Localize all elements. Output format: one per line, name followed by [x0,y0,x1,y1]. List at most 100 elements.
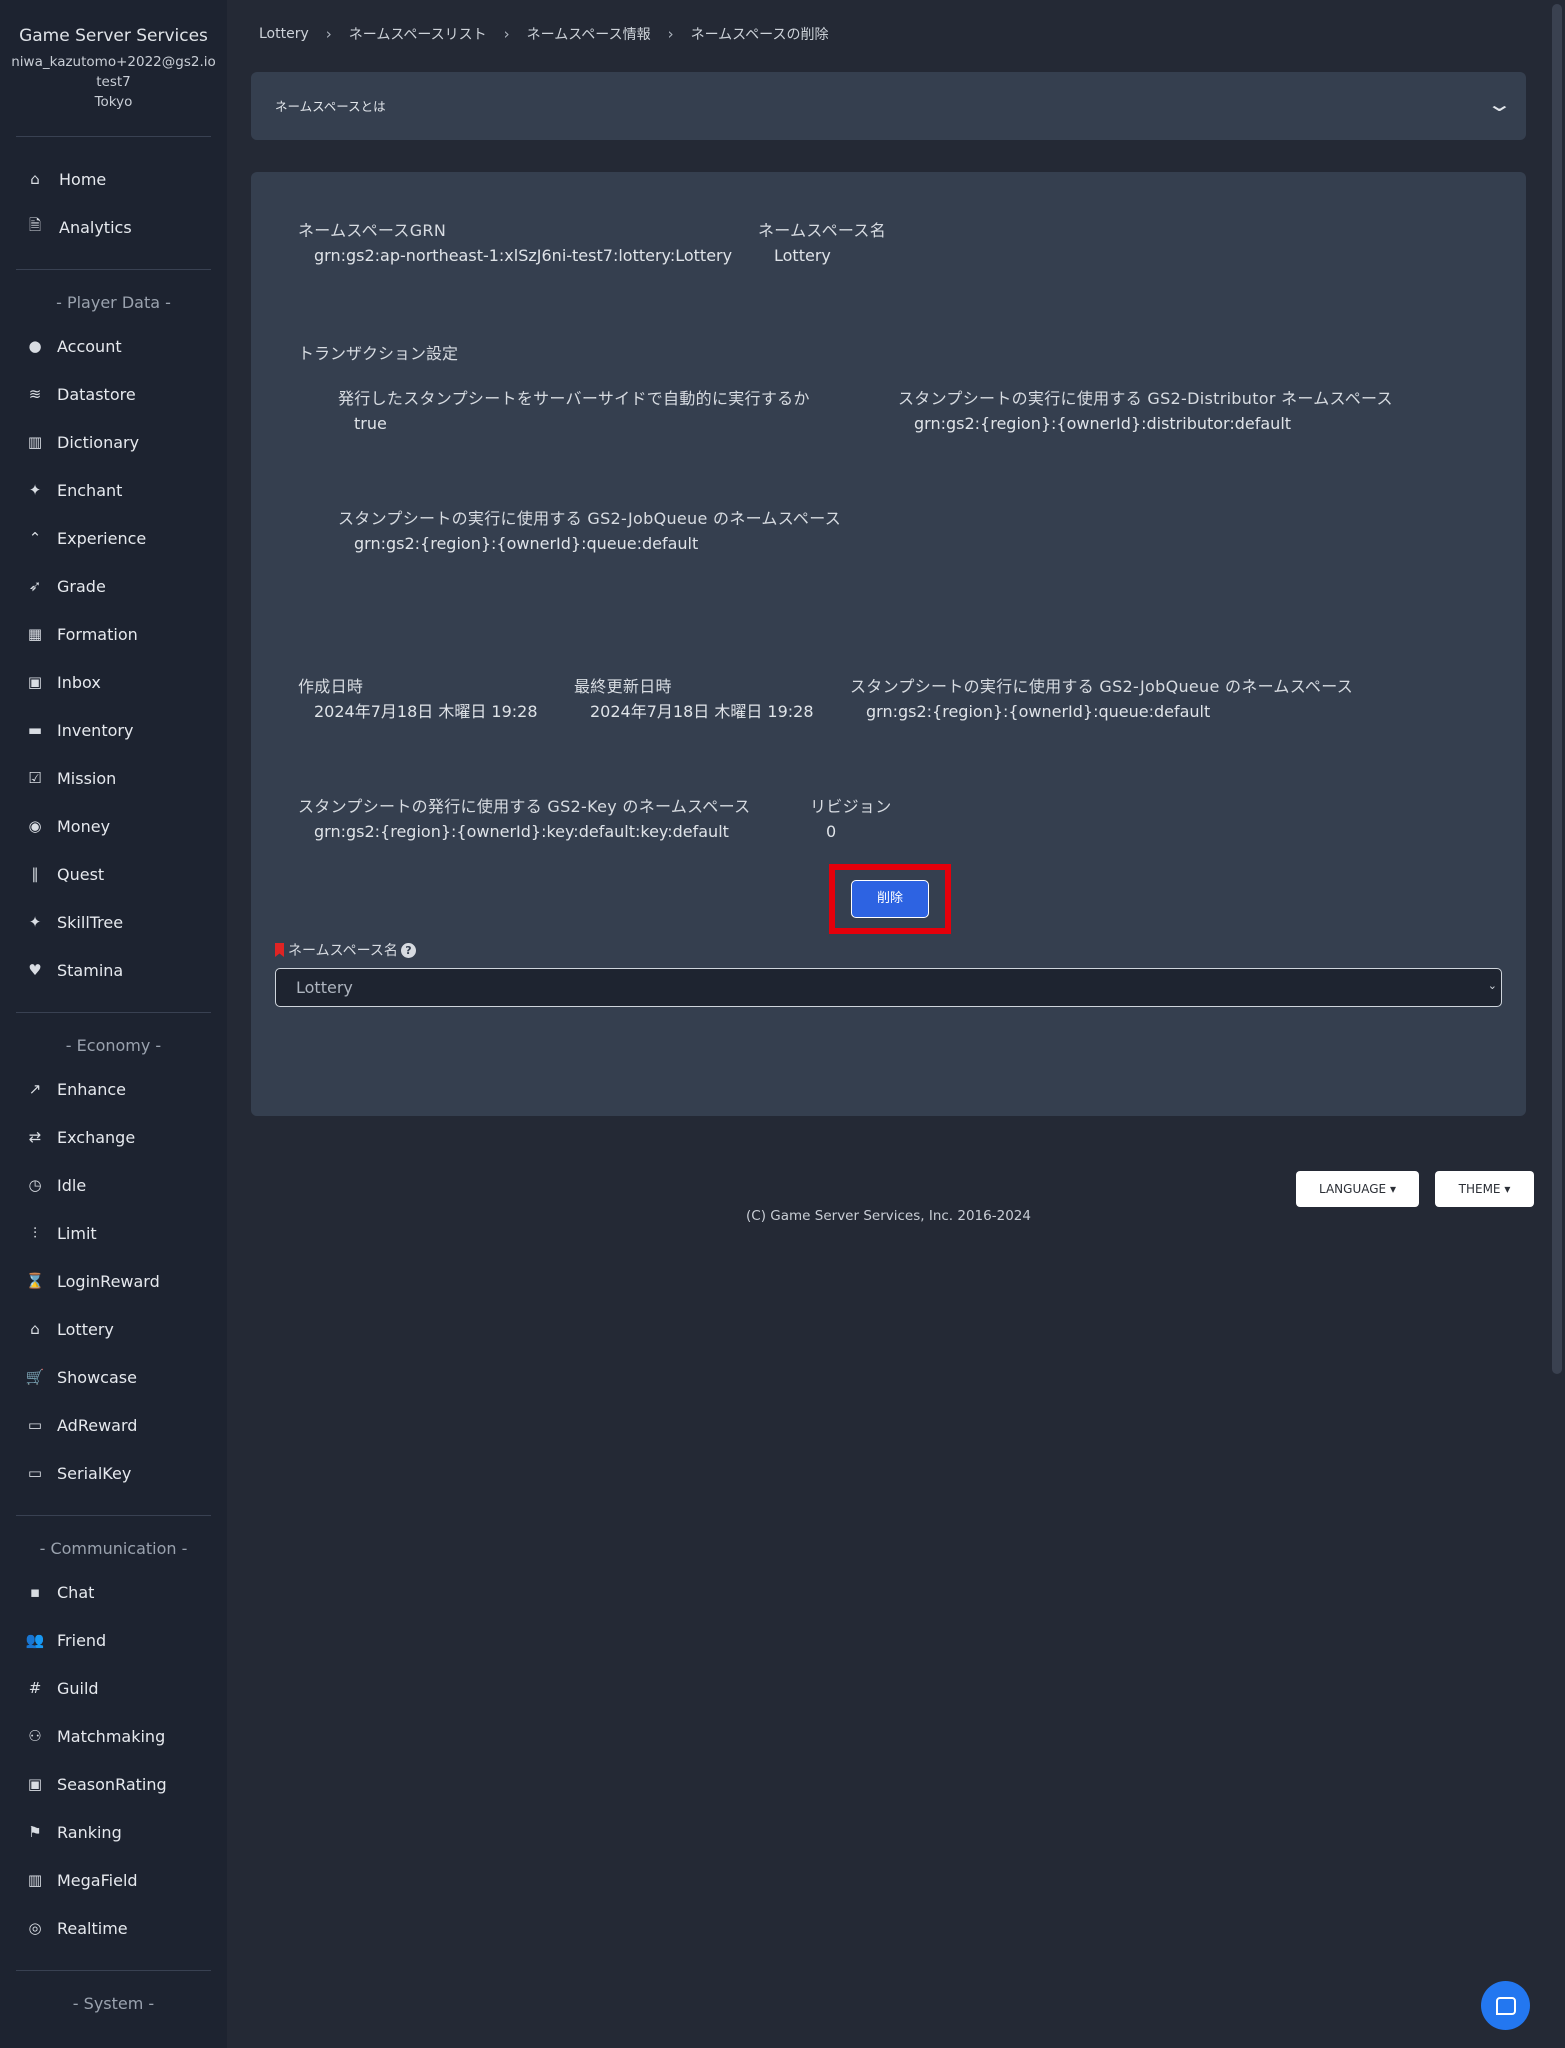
support-chat-button[interactable] [1481,1981,1530,2030]
exchange-icon: ⇄ [28,1128,42,1146]
delete-button[interactable]: 削除 [851,880,929,918]
sparkles-icon: ✦ [28,481,42,499]
about-namespace-panel[interactable]: ネームスペースとは ⌄ [251,72,1526,140]
sidebar-item-grade[interactable]: ➶ Grade [0,562,227,610]
jobqueue-label: スタンプシートの実行に使用する GS2-JobQueue のネームスペース [338,509,842,528]
breadcrumb-item-namespace-list[interactable]: ネームスペースリスト [349,24,487,44]
created-field: 作成日時 2024年7月18日 木曜日 19:28 [298,676,538,723]
sidebar-item-label: Inventory [57,720,134,740]
sidebar-item-stamina[interactable]: ♥ Stamina [0,946,227,994]
user-circle-icon: ● [28,337,42,355]
sidebar-item-mission[interactable]: ☑ Mission [0,754,227,802]
sidebar-item-label: Quest [57,864,105,884]
help-icon[interactable]: ? [400,942,416,958]
distributor-value: grn:gs2:{region}:{ownerId}:distributor:d… [914,414,1292,433]
transaction-settings-title: トランザクション設定 [298,344,459,363]
book-icon: ▥ [27,433,43,451]
grn-value: grn:gs2:ap-northeast-1:xlSzJ6ni-test7:lo… [314,246,733,265]
breadcrumb-item-namespace-delete: ネームスペースの削除 [690,27,829,43]
sidebar-item-home[interactable]: ⌂ Home [0,155,227,203]
sidebar-item-label: Datastore [57,384,136,404]
sidebar-item-label: AdReward [57,1415,138,1435]
chat-icon [1495,1996,1516,2015]
sidebar-item-label: Inbox [57,672,101,692]
sidebar-item-megafield[interactable]: ▥ MegaField [0,1856,227,1904]
namespace-select-label-text: ネームスペース名 [288,943,398,959]
sidebar-item-label: SeasonRating [57,1774,167,1794]
jobqueue2-value: grn:gs2:{region}:{ownerId}:queue:default [866,702,1211,721]
sidebar-item-label: Lottery [57,1319,114,1339]
sidebar-item-dictionary[interactable]: ▥ Dictionary [0,418,227,466]
sidebar-item-limit[interactable]: ⫶ Limit [0,1209,227,1257]
sidebar-item-adreward[interactable]: ▭ AdReward [0,1401,227,1449]
sidebar-item-lottery[interactable]: ⌂ Lottery [0,1305,227,1353]
sidebar-item-datastore[interactable]: ≋ Datastore [0,370,227,418]
sidebar-item-exchange[interactable]: ⇄ Exchange [0,1113,227,1161]
sidebar-item-label: LoginReward [57,1271,160,1291]
sidebar-item-label: Dictionary [57,432,140,452]
sidebar-item-loginreward[interactable]: ⌛ LoginReward [0,1257,227,1305]
jobqueue2-label: スタンプシートの実行に使用する GS2-JobQueue のネームスペース [850,677,1354,696]
sidebar-item-formation[interactable]: ▦ Formation [0,610,227,658]
key-field: スタンプシートの発行に使用する GS2-Key のネームスペース grn:gs2… [298,796,750,843]
sidebar-item-account[interactable]: ● Account [0,322,227,370]
sidebar-item-experience[interactable]: ⌃ Experience [0,514,227,562]
sidebar-item-analytics[interactable]: 🗎 Analytics [0,203,227,251]
sidebar-item-showcase[interactable]: 🛒 Showcase [0,1353,227,1401]
sidebar-item-enchant[interactable]: ✦ Enchant [0,466,227,514]
updated-label: 最終更新日時 [574,677,672,696]
sidebar-item-label: Mission [57,768,117,788]
breadcrumb-item-namespace-info[interactable]: ネームスペース情報 [527,24,651,44]
language-dropdown-button[interactable]: LANGUAGE ▾ [1296,1171,1419,1207]
jobqueue-field: スタンプシートの実行に使用する GS2-JobQueue のネームスペース gr… [338,508,841,555]
sidebar-item-label: Enchant [57,480,123,500]
cart-icon: 🛒 [25,1368,45,1386]
sidebar-item-ranking[interactable]: ⚑ Ranking [0,1808,227,1856]
sidebar-item-friend[interactable]: 👥 Friend [0,1616,227,1664]
sidebar-item-label: MegaField [57,1870,138,1890]
key-value: grn:gs2:{region}:{ownerId}:key:default:k… [314,822,729,841]
gift-icon: ▣ [27,673,43,691]
sidebar-item-enhance[interactable]: ↗ Enhance [0,1065,227,1113]
clock-icon: ◷ [28,1176,42,1194]
namespace-select[interactable]: Lottery ⌄ [275,968,1502,1007]
sidebar-item-label: Stamina [57,960,124,980]
sidebar-item-realtime[interactable]: ◎ Realtime [0,1904,227,1952]
sidebar-sections: - Player Data - ● Account ≋ Datastore ▥ Dictio… [0,270,227,2019]
sidebar-item-label: Chat [57,1582,95,1602]
sidebar-item-label: SerialKey [57,1463,132,1483]
rocket-icon: ➶ [28,577,42,595]
namespace-name-value: Lottery [774,246,831,265]
sidebar-item-skilltree[interactable]: ✦ SkillTree [0,898,227,946]
theme-dropdown-button[interactable]: THEME ▾ [1435,1171,1534,1207]
namespace-select-value: Lottery [296,978,353,997]
sidebar-item-label: Home [59,169,107,189]
sidebar-item-quest[interactable]: ∥ Quest [0,850,227,898]
updated-field: 最終更新日時 2024年7月18日 木曜日 19:28 [574,676,814,723]
monitor-icon: ▣ [27,1775,43,1793]
namespace-select-label: ネームスペース名 ? [275,940,416,960]
sidebar-item-seasonrating[interactable]: ▣ SeasonRating [0,1760,227,1808]
distributor-field: スタンプシートの実行に使用する GS2-Distributor ネームスペース … [898,388,1393,435]
sidebar-item-matchmaking[interactable]: ⚇ Matchmaking [0,1712,227,1760]
chevron-down-icon[interactable]: ⌄ [1486,92,1513,116]
sidebar-item-inbox[interactable]: ▣ Inbox [0,658,227,706]
sidebar-item-serialkey[interactable]: ▭ SerialKey [0,1449,227,1497]
scrollbar-thumb[interactable] [1552,4,1562,1374]
revision-label: リビジョン [810,797,892,816]
sidebar-item-money[interactable]: ◉ Money [0,802,227,850]
breadcrumb-item-lottery[interactable]: Lottery [259,26,309,42]
chat-icon: ▪ [29,1583,41,1601]
sidebar-item-idle[interactable]: ◷ Idle [0,1161,227,1209]
sidebar-divider [16,1970,211,1971]
sidebar-item-guild[interactable]: # Guild [0,1664,227,1712]
sidebar-item-chat[interactable]: ▪ Chat [0,1568,227,1616]
sidebar-item-inventory[interactable]: ▬ Inventory [0,706,227,754]
sidebar-item-label: Idle [57,1175,87,1195]
briefcase-icon: ▬ [27,721,43,739]
jobqueue-value: grn:gs2:{region}:{ownerId}:queue:default [354,534,699,553]
about-namespace-label: ネームスペースとは [275,99,386,114]
created-value: 2024年7月18日 木曜日 19:28 [314,702,538,721]
namespace-name-field: ネームスペース名 Lottery [758,220,886,267]
created-label: 作成日時 [298,677,364,696]
